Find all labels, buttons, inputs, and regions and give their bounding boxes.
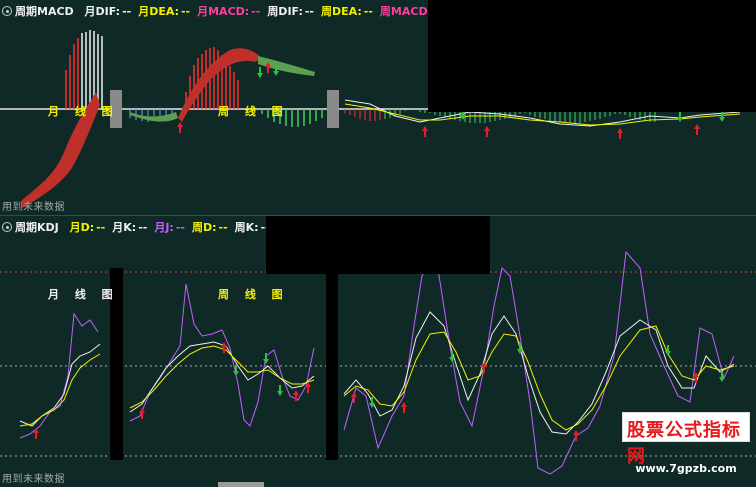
watermark-logo: 股票公式指标网 <box>622 412 750 467</box>
macd-item-label: 月DIF: <box>84 5 121 18</box>
sell-signal-icon <box>257 67 263 78</box>
buy-signal-icon <box>484 126 490 137</box>
macd-item-value: -- <box>304 5 314 18</box>
kdj-item-value: -- <box>175 221 185 234</box>
macd-panel: 周期MACD 月DIF: -- 月DEA: -- 月MACD: -- 周DIF: -- 周DEA… <box>0 0 756 215</box>
macd-item-label: 月DEA: <box>138 5 179 18</box>
kdj-item-value: -- <box>218 221 228 234</box>
buy-signal-icon <box>33 428 39 439</box>
buy-signal-icon <box>177 122 183 133</box>
sell-signal-icon <box>277 385 283 396</box>
redaction-box <box>428 0 756 112</box>
kdj-item-label: 周D: <box>191 221 217 234</box>
buy-signal-icon <box>139 408 145 419</box>
macd-item-label: 周DIF: <box>267 5 303 18</box>
indicator-icon <box>2 222 12 232</box>
week-j-line <box>129 283 315 427</box>
buy-signal-icon <box>305 382 311 393</box>
week-d-line <box>129 345 315 409</box>
macd-item-value: -- <box>180 5 191 18</box>
kdj-item-value: -- <box>96 221 106 234</box>
kdj-item-label: 月K: <box>112 221 137 234</box>
kdj-item-4: 周K:-- <box>235 221 270 234</box>
month-d-line <box>19 353 101 427</box>
buy-signal-icon <box>221 342 227 353</box>
kdj-indicator-name: 周期KDJ <box>15 221 59 234</box>
macd-week-label: 周 线 图 <box>218 105 289 118</box>
macd-item-4: 周DEA: -- <box>321 5 373 18</box>
week-k-line <box>129 341 315 413</box>
macd-indicator-name: 周期MACD <box>15 5 74 18</box>
macd-month-label: 月 线 图 <box>48 105 119 118</box>
buy-signal-icon <box>617 128 623 139</box>
indicator-icon <box>2 6 12 16</box>
buy-signal-icon <box>422 126 428 137</box>
kdj-month-label: 月 线 图 <box>48 288 119 301</box>
sell-signal-icon <box>719 111 725 122</box>
macd-item-0: 月DIF: -- <box>85 5 132 18</box>
kdj-item-label: 月J: <box>154 221 174 234</box>
macd-item-value: -- <box>363 5 373 18</box>
kdj-item-label: 月D: <box>69 221 95 234</box>
macd-item-label: 周DEA: <box>321 5 362 18</box>
watermark-title: 股票公式指标网 <box>627 420 741 467</box>
sell-signal-icon <box>369 397 375 408</box>
scrollbar-thumb[interactable] <box>218 482 264 487</box>
macd-item-label: 月MACD: <box>197 5 250 18</box>
macd-item-value: -- <box>251 5 261 18</box>
kdj-separator <box>326 268 338 460</box>
kdj-item-0: 月D: -- <box>70 221 106 234</box>
buy-signal-icon <box>694 124 700 135</box>
macd-item-label: 周MACD: <box>379 5 432 18</box>
macd-item-value: -- <box>122 5 132 18</box>
sell-signal-icon <box>665 345 671 356</box>
macd-item-3: 周DIF: -- <box>267 5 314 18</box>
kdj-footer: 用到未来数据 <box>2 474 65 485</box>
month-j-line <box>19 312 99 439</box>
watermark-url: www.7gpzb.com <box>635 462 737 475</box>
kdj-item-1: 月K: -- <box>112 221 147 234</box>
sell-signal-icon <box>677 111 683 122</box>
buy-signal-icon <box>401 402 407 413</box>
month-k-line <box>19 343 101 427</box>
macd-footer: 用到未来数据 <box>2 202 65 213</box>
kdj-item-3: 周D: -- <box>192 221 228 234</box>
macd-item-1: 月DEA: -- <box>138 5 190 18</box>
kdj-week-label: 周 线 图 <box>218 288 289 301</box>
redaction-box <box>266 216 490 274</box>
macd-item-2: 月MACD: -- <box>197 5 260 18</box>
kdj-item-value: -- <box>138 221 148 234</box>
kdj-item-2: 月J: -- <box>154 221 185 234</box>
macd-separator <box>327 90 339 128</box>
kdj-item-label: 周K: <box>234 221 259 234</box>
